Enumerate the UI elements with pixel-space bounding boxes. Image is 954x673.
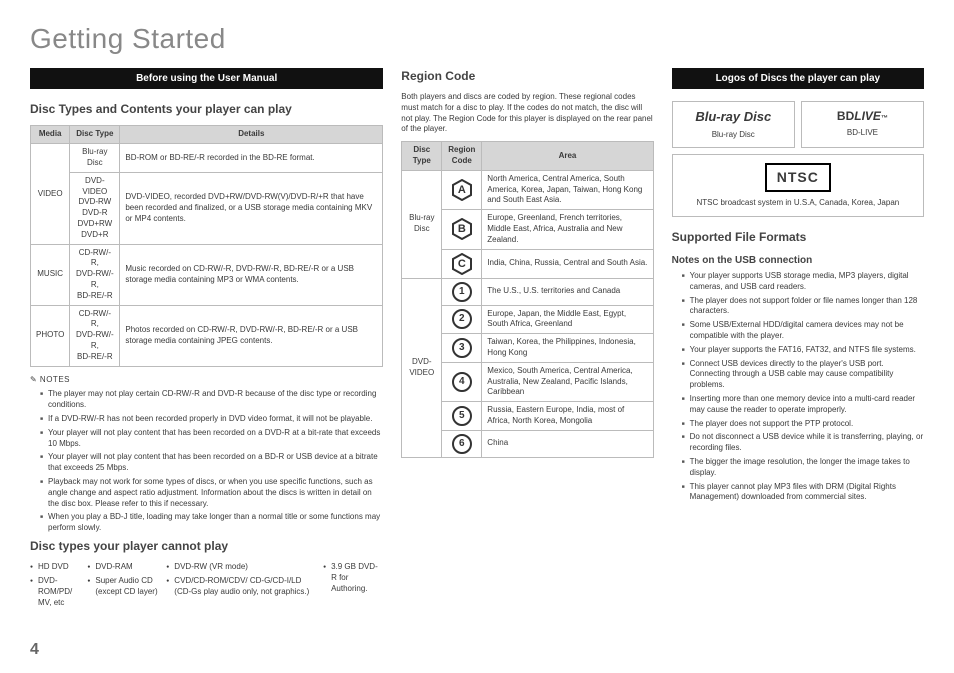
heading-disc-types: Disc Types and Contents your player can … (30, 101, 383, 117)
cell-region-icon: 6 (442, 430, 482, 457)
region-globe-icon: 5 (452, 406, 472, 426)
table-region: Disc Type Region Code Area Blu-ray Disc A… (401, 141, 653, 458)
cell-area: Taiwan, Korea, the Philippines, Indonesi… (482, 334, 653, 363)
cell-area: China (482, 430, 653, 457)
cannot-play-grid: HD DVD DVD-ROM/PD/ MV, etc DVD-RAM Super… (30, 562, 383, 611)
usb-note-item: Do not disconnect a USB device while it … (682, 432, 924, 454)
cell-area: Mexico, South America, Central America, … (482, 362, 653, 401)
region-globe-icon: 6 (452, 434, 472, 454)
ntsc-icon: NTSC (765, 163, 831, 192)
ntsc-caption: NTSC broadcast system in U.S.A, Canada, … (681, 198, 915, 209)
cannot-item: CVD/CD-ROM/CDV/ CD-G/CD-I/LD (CD-Gs play… (166, 576, 315, 598)
note-item: When you play a BD-J title, loading may … (40, 512, 383, 534)
logo-row: Blu-ray Disc Blu-ray Disc BDLIVE™ BD-LIV… (672, 101, 924, 147)
cell-area: Russia, Eastern Europe, India, most of A… (482, 402, 653, 431)
logo-bluray: Blu-ray Disc Blu-ray Disc (672, 101, 795, 147)
logo-bdlive: BDLIVE™ BD-LIVE (801, 101, 924, 147)
usb-note-item: Connect USB devices directly to the play… (682, 359, 924, 391)
cell-type: CD-RW/-R, DVD-RW/-R, BD-RE/-R (70, 244, 120, 305)
cell-region-icon: C (442, 249, 482, 278)
th-media: Media (31, 126, 70, 144)
usb-notes-list: Your player supports USB storage media, … (672, 271, 924, 503)
banner-logos: Logos of Discs the player can play (672, 68, 924, 90)
region-hex-icon: A (451, 179, 473, 201)
region-globe-icon: 4 (452, 372, 472, 392)
cannot-item: 3.9 GB DVD-R for Authoring. (323, 562, 383, 594)
cell-disc-type: Blu-ray Disc (402, 170, 442, 278)
usb-note-item: The player does not support the PTP prot… (682, 419, 924, 430)
cell-details: DVD-VIDEO, recorded DVD+RW/DVD-RW(V)/DVD… (120, 172, 383, 244)
cell-disc-type: DVD-VIDEO (402, 278, 442, 457)
th-disc-type: Disc Type (402, 142, 442, 171)
th-area: Area (482, 142, 653, 171)
usb-note-item: The bigger the image resolution, the lon… (682, 457, 924, 479)
cannot-item: DVD-ROM/PD/ MV, etc (30, 576, 79, 608)
notes-label: ✎ NOTES (30, 375, 383, 386)
th-region-code: Region Code (442, 142, 482, 171)
cell-region-icon: 1 (442, 278, 482, 305)
cell-media-music: MUSIC (31, 244, 70, 305)
cell-area: North America, Central America, South Am… (482, 170, 653, 209)
cell-region-icon: 5 (442, 402, 482, 431)
th-details: Details (120, 126, 383, 144)
cell-region-icon: B (442, 210, 482, 249)
region-hex-icon: B (451, 218, 473, 240)
cannot-item: DVD-RW (VR mode) (166, 562, 315, 573)
heading-cannot-play: Disc types your player cannot play (30, 538, 383, 554)
region-globe-icon: 3 (452, 338, 472, 358)
cell-area: Europe, Greenland, French territories, M… (482, 210, 653, 249)
note-item: Your player will not play content that h… (40, 452, 383, 474)
usb-note-item: Your player supports the FAT16, FAT32, a… (682, 345, 924, 356)
region-globe-icon: 2 (452, 309, 472, 329)
notes-list: The player may not play certain CD-RW/-R… (30, 389, 383, 534)
cell-media-photo: PHOTO (31, 305, 70, 366)
cell-area: India, China, Russia, Central and South … (482, 249, 653, 278)
cell-region-icon: 4 (442, 362, 482, 401)
table-disc-types: Media Disc Type Details VIDEO Blu-ray Di… (30, 125, 383, 366)
usb-note-item: This player cannot play MP3 files with D… (682, 482, 924, 504)
heading-region-code: Region Code (401, 68, 653, 84)
usb-note-item: Inserting more than one memory device in… (682, 394, 924, 416)
note-item: Playback may not work for some types of … (40, 477, 383, 509)
page-title: Getting Started (30, 20, 924, 58)
region-globe-icon: 1 (452, 282, 472, 302)
cell-type: Blu-ray Disc (70, 144, 120, 173)
cell-details: Music recorded on CD-RW/-R, DVD-RW/-R, B… (120, 244, 383, 305)
heading-supported-formats: Supported File Formats (672, 229, 924, 245)
bluray-disc-icon: Blu-ray Disc (677, 108, 790, 126)
cell-region-icon: 3 (442, 334, 482, 363)
logo-label: BD-LIVE (806, 128, 919, 139)
region-hex-icon: C (451, 253, 473, 275)
cell-details: Photos recorded on CD-RW/-R, DVD-RW/-R, … (120, 305, 383, 366)
cannot-item: DVD-RAM (87, 562, 158, 573)
column-middle: Region Code Both players and discs are c… (401, 68, 653, 612)
note-item: If a DVD-RW/-R has not been recorded pro… (40, 414, 383, 425)
cell-region-icon: A (442, 170, 482, 209)
banner-before-using: Before using the User Manual (30, 68, 383, 90)
cell-area: Europe, Japan, the Middle East, Egypt, S… (482, 305, 653, 334)
cell-details: BD-ROM or BD-RE/-R recorded in the BD-RE… (120, 144, 383, 173)
note-item: The player may not play certain CD-RW/-R… (40, 389, 383, 411)
usb-note-item: The player does not support folder or fi… (682, 296, 924, 318)
page-number: 4 (30, 639, 39, 661)
heading-usb-notes: Notes on the USB connection (672, 254, 924, 268)
cannot-item: Super Audio CD (except CD layer) (87, 576, 158, 598)
cell-region-icon: 2 (442, 305, 482, 334)
logo-label: Blu-ray Disc (677, 130, 790, 141)
cell-type: CD-RW/-R, DVD-RW/-R, BD-RE/-R (70, 305, 120, 366)
column-left: Before using the User Manual Disc Types … (30, 68, 383, 612)
cannot-item: HD DVD (30, 562, 79, 573)
region-intro: Both players and discs are coded by regi… (401, 92, 653, 135)
usb-note-item: Your player supports USB storage media, … (682, 271, 924, 293)
cell-media-video: VIDEO (31, 144, 70, 244)
cell-area: The U.S., U.S. territories and Canada (482, 278, 653, 305)
usb-note-item: Some USB/External HDD/digital camera dev… (682, 320, 924, 342)
column-right: Logos of Discs the player can play Blu-r… (672, 68, 924, 612)
th-disc-type: Disc Type (70, 126, 120, 144)
cell-type: DVD-VIDEO DVD-RW DVD-R DVD+RW DVD+R (70, 172, 120, 244)
bd-live-icon: BDLIVE™ (806, 108, 919, 124)
note-item: Your player will not play content that h… (40, 428, 383, 450)
ntsc-box: NTSC NTSC broadcast system in U.S.A, Can… (672, 154, 924, 218)
